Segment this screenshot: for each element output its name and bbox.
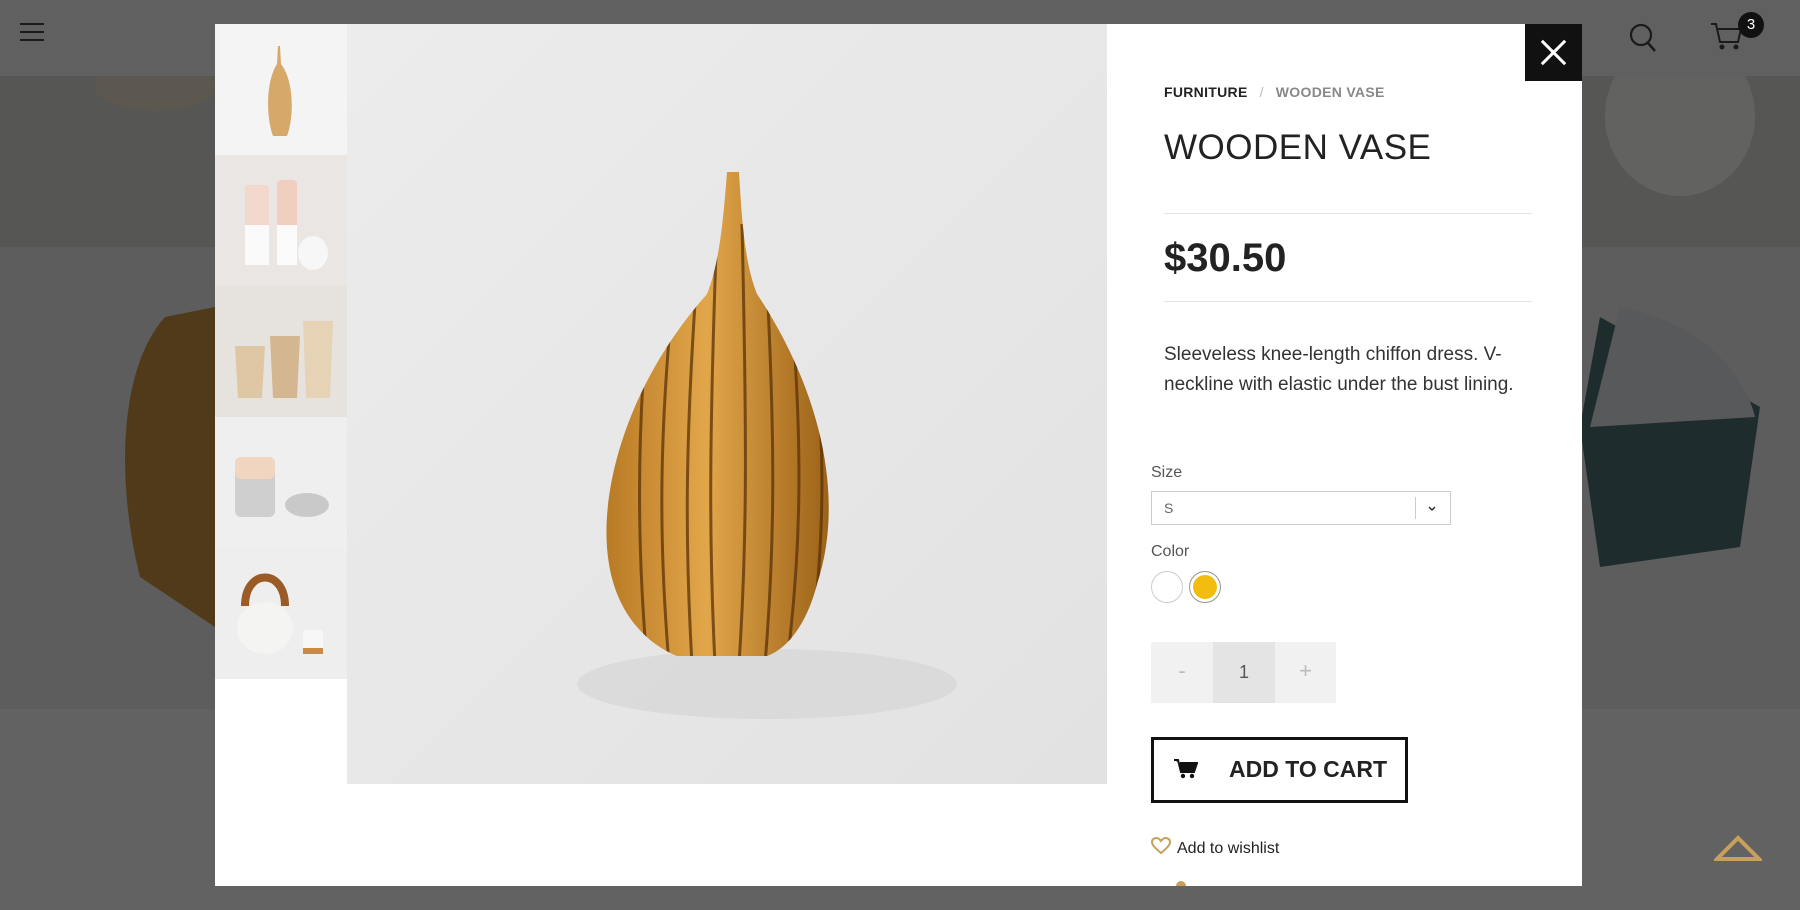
- wishlist-label: Add to wishlist: [1177, 839, 1280, 857]
- add-to-cart-label: ADD TO CART: [1229, 756, 1388, 782]
- color-swatch-white[interactable]: [1151, 571, 1183, 603]
- thumbnail-white-vases[interactable]: [215, 155, 347, 286]
- product-title: WOODEN VASE: [1164, 128, 1432, 167]
- color-label: Color: [1151, 543, 1190, 560]
- close-modal-button[interactable]: [1525, 24, 1582, 81]
- search-icon[interactable]: [1629, 23, 1657, 58]
- cart-count-badge: 3: [1738, 12, 1764, 38]
- divider: [1164, 301, 1532, 302]
- color-swatch-yellow[interactable]: [1189, 571, 1221, 603]
- breadcrumb-separator: /: [1259, 84, 1264, 100]
- quantity-input[interactable]: 1: [1213, 642, 1275, 703]
- quantity-decrease-button[interactable]: -: [1151, 642, 1213, 703]
- decorative-dot: [1176, 881, 1186, 886]
- hamburger-menu-icon[interactable]: [20, 23, 44, 43]
- breadcrumb-category-link[interactable]: FURNITURE: [1164, 84, 1248, 100]
- size-selected-value: S: [1164, 500, 1174, 516]
- scroll-to-top-icon[interactable]: [1712, 834, 1764, 867]
- select-divider: [1415, 497, 1416, 519]
- cart-icon: [1174, 758, 1199, 785]
- chevron-down-icon: [1426, 501, 1438, 519]
- quantity-stepper: - 1 +: [1151, 642, 1336, 703]
- product-price: $30.50: [1164, 236, 1287, 280]
- thumbnail-wooden-cups[interactable]: [215, 286, 347, 417]
- divider: [1164, 213, 1532, 214]
- quantity-increase-button[interactable]: +: [1275, 642, 1336, 703]
- thumbnail-wooden-vase[interactable]: [215, 24, 347, 155]
- heart-icon: [1150, 836, 1172, 860]
- thumbnail-list: [215, 24, 347, 679]
- add-to-wishlist-link[interactable]: Add to wishlist: [1150, 836, 1280, 860]
- product-main-image: [347, 24, 1107, 784]
- breadcrumb-current: WOODEN VASE: [1275, 84, 1385, 100]
- breadcrumb: FURNITURE / WOODEN VASE: [1164, 84, 1385, 100]
- size-label: Size: [1151, 464, 1183, 481]
- quick-view-modal: FURNITURE / WOODEN VASE WOODEN VASE $30.50…: [215, 24, 1582, 886]
- add-to-cart-button[interactable]: ADD TO CART: [1151, 737, 1408, 803]
- thumbnail-teapot-set[interactable]: [215, 548, 347, 679]
- product-description: Sleeveless knee-length chiffon dress. V-…: [1164, 344, 1514, 395]
- product-info-panel: FURNITURE / WOODEN VASE WOODEN VASE $30.50…: [1150, 24, 1564, 886]
- thumbnail-ceramic-set[interactable]: [215, 417, 347, 548]
- size-select[interactable]: S: [1151, 491, 1451, 525]
